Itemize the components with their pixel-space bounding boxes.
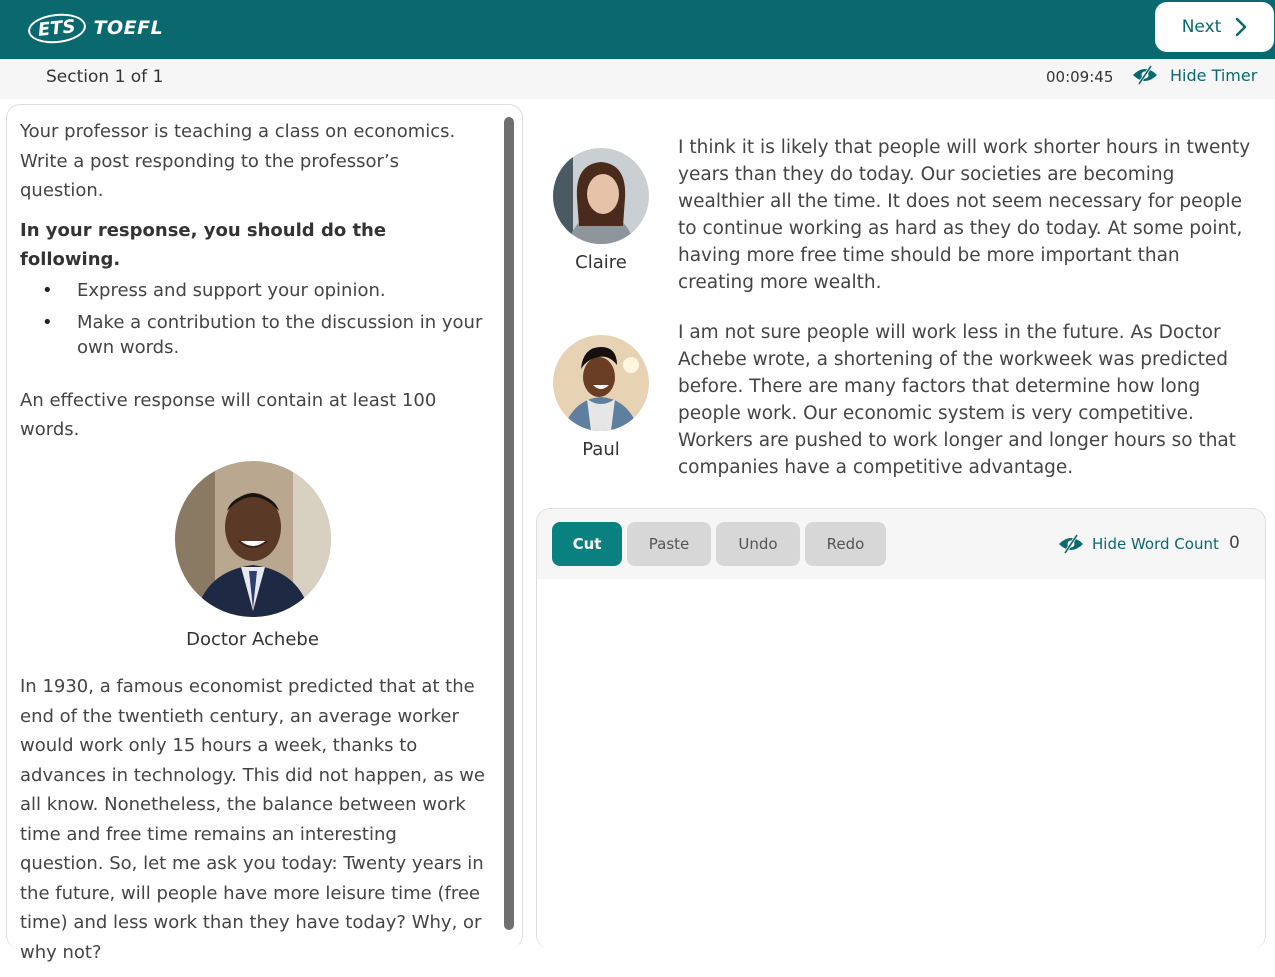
hide-word-count-label: Hide Word Count xyxy=(1092,535,1219,553)
instruction-item: Make a contribution to the discussion in… xyxy=(20,310,485,360)
cut-button[interactable]: Cut xyxy=(552,522,622,566)
ets-toefl-logo: ETS TOEFL xyxy=(26,10,164,46)
eye-slash-icon xyxy=(1059,534,1083,554)
instruction-item: Express and support your opinion. xyxy=(20,278,485,303)
logo-toefl: TOEFL xyxy=(93,17,164,39)
editor-toolbar: Cut Paste Undo Redo Hide Word Count 0 xyxy=(537,509,1265,579)
paul-post-text: I am not sure people will work less in t… xyxy=(678,322,1237,478)
length-note: An effective response will contain at le… xyxy=(20,389,437,441)
eye-slash-icon xyxy=(1133,65,1157,85)
professor-question: In 1930, a famous economist predicted th… xyxy=(20,676,485,963)
instructions-heading: In your response, you should do the foll… xyxy=(20,219,387,271)
section-indicator: Section 1 of 1 xyxy=(46,67,164,87)
claire-name: Claire xyxy=(575,252,627,273)
response-editor: Cut Paste Undo Redo Hide Word Count 0 xyxy=(536,508,1266,949)
prompt-panel: Your professor is teaching a class on ec… xyxy=(6,104,523,963)
hide-timer-label: Hide Timer xyxy=(1170,65,1258,85)
prompt-content: Your professor is teaching a class on ec… xyxy=(20,117,485,977)
hide-word-count-button[interactable]: Hide Word Count xyxy=(1058,534,1219,554)
paul-avatar xyxy=(553,335,649,431)
word-count: 0 xyxy=(1229,533,1240,553)
chevron-right-icon xyxy=(1236,17,1247,37)
timer-value: 00:09:45 xyxy=(1046,68,1114,86)
prompt-intro: Your professor is teaching a class on ec… xyxy=(20,121,456,201)
next-label: Next xyxy=(1181,17,1222,37)
professor-avatar xyxy=(174,460,331,617)
instructions-list: Express and support your opinion. Make a… xyxy=(20,278,485,360)
next-button[interactable]: Next xyxy=(1155,2,1274,52)
redo-button[interactable]: Redo xyxy=(805,522,886,566)
professor-block: Doctor Achebe xyxy=(20,460,485,655)
prompt-scrollbar[interactable] xyxy=(504,117,514,930)
claire-avatar xyxy=(553,148,649,244)
top-bar: ETS TOEFL Next xyxy=(0,0,1275,59)
professor-name: Doctor Achebe xyxy=(186,628,319,650)
claire-post-text: I think it is likely that people will wo… xyxy=(678,137,1251,293)
section-bar: Section 1 of 1 00:09:45 Hide Timer xyxy=(0,59,1275,99)
logo-ets: ETS xyxy=(26,10,87,46)
undo-button[interactable]: Undo xyxy=(716,522,800,566)
paul-name: Paul xyxy=(582,439,620,460)
response-textarea[interactable] xyxy=(537,579,1265,949)
hide-timer-button[interactable]: Hide Timer xyxy=(1132,65,1257,85)
paste-button[interactable]: Paste xyxy=(627,522,711,566)
